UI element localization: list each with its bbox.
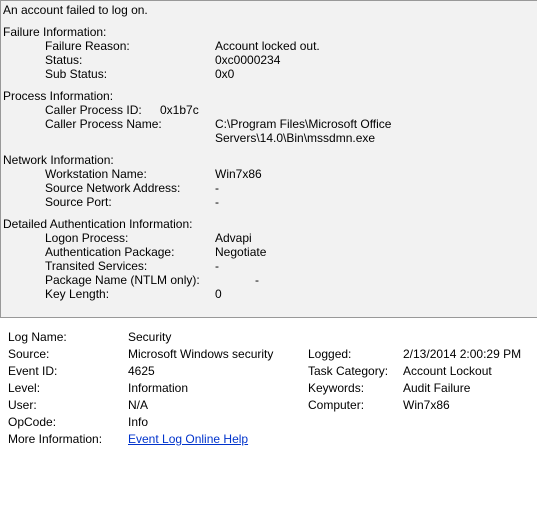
key-length-label: Key Length:	[45, 287, 215, 301]
opcode-value: Info	[128, 415, 308, 429]
substatus-label: Sub Status:	[45, 67, 215, 81]
auth-package-value: Negotiate	[215, 245, 535, 259]
computer-label: Computer:	[308, 398, 403, 412]
source-value: Microsoft Windows security	[128, 347, 308, 361]
level-label: Level:	[8, 381, 128, 395]
event-log-online-help-link[interactable]: Event Log Online Help	[128, 432, 248, 446]
auth-package-label: Authentication Package:	[45, 245, 215, 259]
logon-process-value: Advapi	[215, 231, 535, 245]
source-network-address-label: Source Network Address:	[45, 181, 215, 195]
task-category-label: Task Category:	[308, 364, 403, 378]
logon-process-label: Logon Process:	[45, 231, 215, 245]
user-value: N/A	[128, 398, 308, 412]
failure-information-section: Failure Information: Failure Reason: Acc…	[3, 25, 535, 81]
level-value: Information	[128, 381, 308, 395]
keywords-label: Keywords:	[308, 381, 403, 395]
workstation-name-label: Workstation Name:	[45, 167, 215, 181]
transited-services-value: -	[215, 259, 535, 273]
process-section-title: Process Information:	[3, 89, 535, 103]
auth-section-title: Detailed Authentication Information:	[3, 217, 535, 231]
workstation-name-value: Win7x86	[215, 167, 535, 181]
event-message: An account failed to log on.	[3, 3, 535, 17]
user-label: User:	[8, 398, 128, 412]
transited-services-label: Transited Services:	[45, 259, 215, 273]
source-port-label: Source Port:	[45, 195, 215, 209]
network-information-section: Network Information: Workstation Name: W…	[3, 153, 535, 209]
ntlm-package-value: -	[215, 273, 535, 287]
substatus-value: 0x0	[215, 67, 535, 81]
key-length-value: 0	[215, 287, 535, 301]
event-properties-pane: Log Name: Security Source: Microsoft Win…	[0, 318, 537, 457]
computer-value: Win7x86	[403, 398, 527, 412]
logged-value: 2/13/2014 2:00:29 PM	[403, 347, 527, 361]
failure-reason-value: Account locked out.	[215, 39, 535, 53]
caller-process-name-value: C:\Program Files\Microsoft Office Server…	[215, 117, 535, 145]
source-label: Source:	[8, 347, 128, 361]
caller-process-id-label: Caller Process ID:	[45, 103, 160, 117]
caller-process-id-value: 0x1b7c	[160, 103, 535, 117]
failure-reason-label: Failure Reason:	[45, 39, 215, 53]
keywords-value: Audit Failure	[403, 381, 527, 395]
event-id-label: Event ID:	[8, 364, 128, 378]
status-label: Status:	[45, 53, 215, 67]
event-id-value: 4625	[128, 364, 308, 378]
opcode-label: OpCode:	[8, 415, 128, 429]
source-network-address-value: -	[215, 181, 535, 195]
log-name-value: Security	[128, 330, 308, 344]
more-information-label: More Information:	[8, 432, 128, 446]
source-port-value: -	[215, 195, 535, 209]
caller-process-name-label: Caller Process Name:	[45, 117, 215, 145]
ntlm-package-label: Package Name (NTLM only):	[45, 273, 215, 287]
logged-label: Logged:	[308, 347, 403, 361]
event-description-pane: An account failed to log on. Failure Inf…	[0, 0, 537, 318]
log-name-label: Log Name:	[8, 330, 128, 344]
status-value: 0xc0000234	[215, 53, 535, 67]
task-category-value: Account Lockout	[403, 364, 527, 378]
process-information-section: Process Information: Caller Process ID: …	[3, 89, 535, 145]
network-section-title: Network Information:	[3, 153, 535, 167]
authentication-information-section: Detailed Authentication Information: Log…	[3, 217, 535, 301]
failure-section-title: Failure Information:	[3, 25, 535, 39]
